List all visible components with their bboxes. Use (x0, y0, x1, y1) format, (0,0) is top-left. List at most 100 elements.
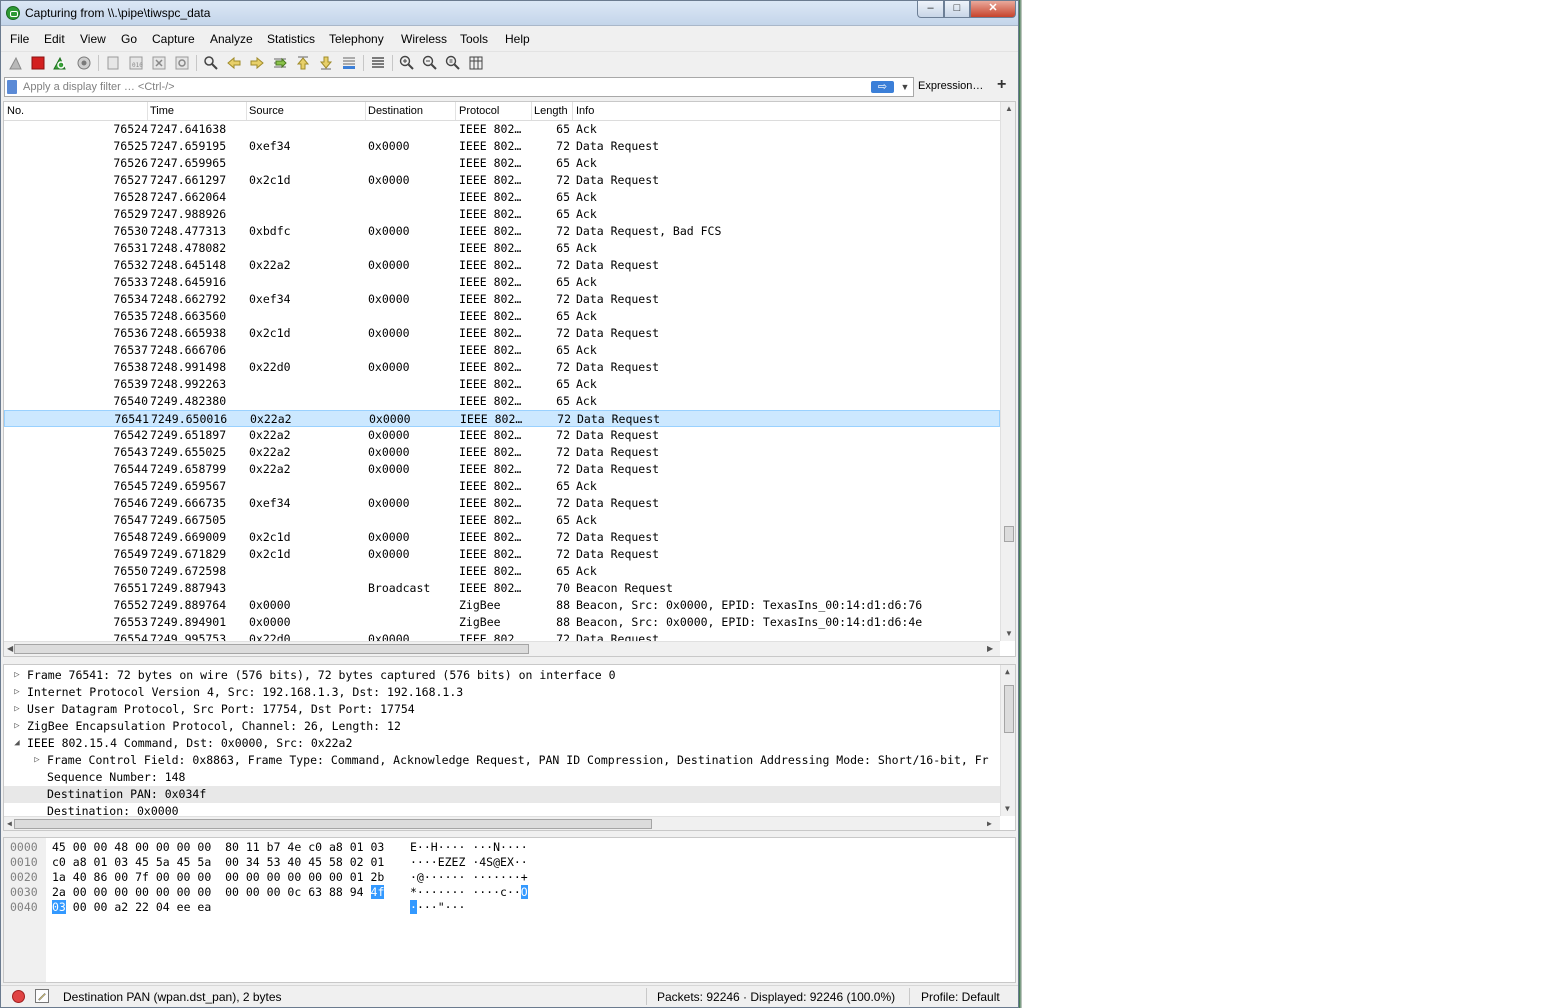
selected-byte-ascii[interactable]: · (410, 900, 417, 914)
packet-list-vertical-scrollbar[interactable]: ▲ ▼ (1000, 102, 1015, 641)
selected-byte-ascii[interactable]: O (520, 885, 528, 899)
colorize-icon[interactable] (370, 55, 386, 71)
packet-row[interactable]: 76543 7249.655025 0x22a2 0x0000 IEEE 802… 72 D… (4, 444, 1000, 461)
filter-history-chevron-down-icon[interactable]: ▼ (898, 80, 912, 94)
packet-row[interactable]: 76546 7249.666735 0xef34 0x0000 IEEE 802… 72 D… (4, 495, 1000, 512)
zoom-normal-icon[interactable] (445, 55, 461, 71)
packet-list-horizontal-scrollbar[interactable]: ◀ ▶ (4, 641, 1000, 656)
column-divider[interactable] (455, 102, 456, 120)
detail-tree-item[interactable]: ◢ IEEE 802.15.4 Command, Dst: 0x0000, Src… (4, 735, 1000, 752)
column-header-length[interactable]: Length (534, 105, 568, 117)
packet-row[interactable]: 76553 7249.894901 0x0000 ZigBee 88 Beacon, Sr… (4, 614, 1000, 631)
menu-analyze[interactable]: Analyze (210, 32, 253, 46)
column-divider[interactable] (572, 102, 573, 120)
menu-tools[interactable]: Tools (460, 32, 488, 46)
go-first-icon[interactable] (295, 55, 311, 71)
resize-columns-icon[interactable] (468, 55, 484, 71)
byte-hex-values[interactable]: 1a 40 86 00 7f 00 00 00 00 00 00 00 00 0… (52, 870, 384, 885)
collapsed-triangle-icon[interactable]: ▷ (12, 701, 22, 718)
capture-recording-icon[interactable] (12, 990, 25, 1003)
menu-telephony[interactable]: Telephony (329, 32, 384, 46)
menu-go[interactable]: Go (121, 32, 137, 46)
menu-statistics[interactable]: Statistics (267, 32, 315, 46)
packet-row[interactable]: 76548 7249.669009 0x2c1d 0x0000 IEEE 802… 72 D… (4, 529, 1000, 546)
scroll-down-arrow-icon[interactable]: ▼ (1005, 804, 1010, 813)
collapsed-triangle-icon[interactable]: ▷ (32, 752, 42, 769)
minimize-button[interactable]: – (917, 1, 944, 18)
menu-edit[interactable]: Edit (44, 32, 65, 46)
column-header-info[interactable]: Info (576, 105, 594, 117)
packet-row[interactable]: 76539 7248.992263 IEEE 802… 65 Ack (4, 376, 1000, 393)
column-header-source[interactable]: Source (249, 105, 284, 117)
go-last-icon[interactable] (318, 55, 334, 71)
details-vertical-scrollbar[interactable]: ▲ ▼ (1000, 665, 1015, 816)
menu-help[interactable]: Help (505, 32, 530, 46)
scroll-up-arrow-icon[interactable]: ▲ (1005, 667, 1010, 676)
scrollbar-thumb[interactable] (1004, 685, 1014, 733)
detail-tree-item[interactable]: ▷ Internet Protocol Version 4, Src: 192.1… (4, 684, 1000, 701)
scroll-right-arrow-icon[interactable]: ▶ (987, 819, 992, 828)
packet-row[interactable]: 76532 7248.645148 0x22a2 0x0000 IEEE 802… 72 D… (4, 257, 1000, 274)
collapsed-triangle-icon[interactable]: ▷ (12, 667, 22, 684)
packet-row[interactable]: 76549 7249.671829 0x2c1d 0x0000 IEEE 802… 72 D… (4, 546, 1000, 563)
packet-row[interactable]: 76551 7249.887943 Broadcast IEEE 802… 70 Beac… (4, 580, 1000, 597)
byte-ascii-values[interactable]: *······· ····c··O (410, 885, 528, 900)
byte-ascii-values[interactable]: ····"··· (410, 900, 465, 915)
scroll-left-arrow-icon[interactable]: ◀ (7, 819, 12, 828)
byte-ascii-values[interactable]: ····EZEZ ·4S@EX·· (410, 855, 528, 870)
byte-hex-values[interactable]: c0 a8 01 03 45 5a 45 5a 00 34 53 40 45 5… (52, 855, 384, 870)
packet-row[interactable]: 76526 7247.659965 IEEE 802… 65 Ack (4, 155, 1000, 172)
column-header-protocol[interactable]: Protocol (459, 105, 499, 117)
byte-hex-values[interactable]: 45 00 00 48 00 00 00 00 80 11 b7 4e c0 a… (52, 840, 384, 855)
display-filter-input[interactable] (23, 79, 863, 95)
reload-file-icon[interactable] (174, 55, 190, 71)
scrollbar-thumb[interactable] (1004, 526, 1014, 542)
column-header-no[interactable]: No. (7, 105, 24, 117)
packet-row[interactable]: 76537 7248.666706 IEEE 802… 65 Ack (4, 342, 1000, 359)
go-forward-icon[interactable] (249, 55, 265, 71)
byte-hex-values[interactable]: 2a 00 00 00 00 00 00 00 00 00 00 0c 63 8… (52, 885, 385, 900)
collapsed-triangle-icon[interactable]: ▷ (12, 718, 22, 735)
packet-row[interactable]: 76540 7249.482380 IEEE 802… 65 Ack (4, 393, 1000, 410)
column-header-destination[interactable]: Destination (368, 105, 423, 117)
close-button[interactable]: ✕ (970, 1, 1016, 18)
packet-row[interactable]: 76533 7248.645916 IEEE 802… 65 Ack (4, 274, 1000, 291)
packet-row[interactable]: 76550 7249.672598 IEEE 802… 65 Ack (4, 563, 1000, 580)
detail-tree-item[interactable]: ▷ User Datagram Protocol, Src Port: 17754… (4, 701, 1000, 718)
detail-tree-item[interactable]: Sequence Number: 148 (4, 769, 1000, 786)
capture-options-icon[interactable] (76, 55, 92, 71)
scroll-up-arrow-icon[interactable]: ▲ (1005, 104, 1013, 113)
packet-row[interactable]: 76552 7249.889764 0x0000 ZigBee 88 Beacon, Sr… (4, 597, 1000, 614)
column-divider[interactable] (246, 102, 247, 120)
menu-file[interactable]: File (10, 32, 29, 46)
go-back-icon[interactable] (226, 55, 242, 71)
apply-filter-arrow-icon[interactable]: ⇨ (871, 81, 894, 93)
packet-row[interactable]: 76527 7247.661297 0x2c1d 0x0000 IEEE 802… 72 D… (4, 172, 1000, 189)
column-divider[interactable] (365, 102, 366, 120)
collapsed-triangle-icon[interactable]: ▷ (12, 684, 22, 701)
stop-capture-icon[interactable] (30, 55, 46, 71)
add-filter-button[interactable]: + (997, 76, 1006, 94)
packet-row[interactable]: 76535 7248.663560 IEEE 802… 65 Ack (4, 308, 1000, 325)
detail-tree-item[interactable]: Destination PAN: 0x034f (4, 786, 1000, 803)
column-divider[interactable] (147, 102, 148, 120)
scroll-down-arrow-icon[interactable]: ▼ (1005, 629, 1013, 638)
packet-row[interactable]: 76531 7248.478082 IEEE 802… 65 Ack (4, 240, 1000, 257)
detail-tree-item[interactable]: ▷ ZigBee Encapsulation Protocol, Channel:… (4, 718, 1000, 735)
edit-comment-icon[interactable] (35, 989, 49, 1003)
byte-ascii-values[interactable]: ·@······ ·······+ (410, 870, 528, 885)
column-divider[interactable] (531, 102, 532, 120)
packet-row[interactable]: 76538 7248.991498 0x22d0 0x0000 IEEE 802… 72 D… (4, 359, 1000, 376)
menu-capture[interactable]: Capture (152, 32, 195, 46)
packet-row[interactable]: 76534 7248.662792 0xef34 0x0000 IEEE 802… 72 D… (4, 291, 1000, 308)
packet-row[interactable]: 76541 7249.650016 0x22a2 0x0000 IEEE 802… 72 D… (4, 410, 1000, 427)
close-file-icon[interactable] (151, 55, 167, 71)
status-profile[interactable]: Profile: Default (921, 990, 1000, 1004)
menu-wireless[interactable]: Wireless (401, 32, 447, 46)
zoom-out-icon[interactable] (422, 55, 438, 71)
scroll-left-arrow-icon[interactable]: ◀ (7, 644, 13, 653)
packet-row[interactable]: 76545 7249.659567 IEEE 802… 65 Ack (4, 478, 1000, 495)
autoscroll-icon[interactable] (341, 55, 357, 71)
packet-row[interactable]: 76544 7249.658799 0x22a2 0x0000 IEEE 802… 72 D… (4, 461, 1000, 478)
details-horizontal-scrollbar[interactable]: ◀ ▶ (4, 816, 1000, 830)
